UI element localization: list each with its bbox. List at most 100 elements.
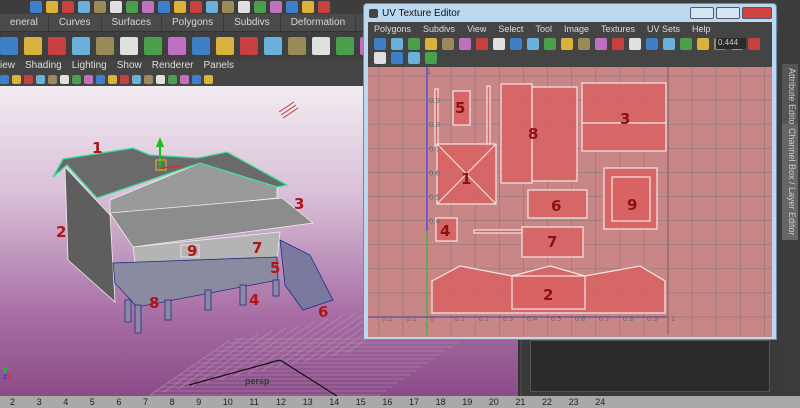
layout-icon[interactable] — [527, 38, 539, 50]
uv-lattice-icon[interactable] — [374, 38, 386, 50]
magnet-2-icon[interactable] — [302, 1, 314, 13]
open-icon[interactable] — [46, 1, 58, 13]
uv-menu-uv-sets[interactable]: UV Sets — [647, 24, 680, 34]
panel-menu-iew[interactable]: iew — [0, 60, 15, 73]
poly-smooth-icon[interactable] — [288, 37, 306, 55]
flip-v-icon[interactable] — [612, 38, 624, 50]
unfold-icon[interactable] — [544, 38, 556, 50]
maximize-button[interactable] — [716, 7, 740, 19]
uv-menu-subdivs[interactable]: Subdivs — [423, 24, 455, 34]
lock-icon[interactable] — [254, 1, 266, 13]
alpha-icon[interactable] — [748, 38, 760, 50]
poly-insert-loop-icon[interactable] — [192, 37, 210, 55]
new-scene-icon[interactable] — [30, 1, 42, 13]
image-plane-icon[interactable] — [48, 75, 57, 84]
magnet-1-icon[interactable] — [286, 1, 298, 13]
panel-menu-panels[interactable]: Panels — [203, 60, 234, 73]
isolate-icon[interactable] — [120, 75, 129, 84]
align-v-icon[interactable] — [476, 38, 488, 50]
bookmark-icon[interactable] — [12, 75, 21, 84]
copy-uv-icon[interactable] — [408, 52, 420, 64]
shelf-tab-curves[interactable]: Curves — [49, 14, 102, 31]
panel-menu-shading[interactable]: Shading — [25, 60, 62, 73]
rotate-cw-icon[interactable] — [629, 38, 641, 50]
poly-append-icon[interactable] — [120, 37, 138, 55]
poly-sculpt-icon[interactable] — [336, 37, 354, 55]
poly-fill-icon[interactable] — [264, 37, 282, 55]
point-snap-icon[interactable] — [206, 1, 218, 13]
magnet-3-icon[interactable] — [318, 1, 330, 13]
camera-icon[interactable] — [0, 75, 9, 84]
shelf-tab-surfaces[interactable]: Surfaces — [102, 14, 162, 31]
panel-menu-show[interactable]: Show — [117, 60, 142, 73]
select-grid-icon[interactable] — [561, 38, 573, 50]
shelf-tab-polygons[interactable]: Polygons — [162, 14, 225, 31]
smooth-icon[interactable] — [96, 75, 105, 84]
save-icon[interactable] — [62, 1, 74, 13]
light-icon[interactable] — [278, 101, 299, 119]
select-component-icon[interactable] — [110, 1, 122, 13]
unpin-icon[interactable] — [442, 38, 454, 50]
shelf-tab-subdivs[interactable]: Subdivs — [224, 14, 281, 31]
snap-icon[interactable] — [680, 38, 692, 50]
checker-icon[interactable] — [391, 52, 403, 64]
poly-extrude-icon[interactable] — [96, 37, 114, 55]
grid-icon[interactable] — [36, 75, 45, 84]
film-icon[interactable] — [24, 75, 33, 84]
flip-u-icon[interactable] — [595, 38, 607, 50]
surface-icon[interactable] — [174, 1, 186, 13]
shelf-tab-eneral[interactable]: eneral — [0, 14, 49, 31]
rotate-ccw-icon[interactable] — [646, 38, 658, 50]
grid-snap-icon[interactable] — [190, 1, 202, 13]
nodes-icon[interactable] — [204, 75, 213, 84]
render-icon[interactable] — [270, 1, 282, 13]
shaded-icon[interactable] — [72, 75, 81, 84]
xray-icon[interactable] — [108, 75, 117, 84]
poly-merge-icon[interactable] — [72, 37, 90, 55]
uv-menu-image[interactable]: Image — [564, 24, 589, 34]
help-icon[interactable] — [238, 1, 250, 13]
uv-move-icon[interactable] — [408, 38, 420, 50]
paste-uv-icon[interactable] — [425, 52, 437, 64]
select-object-icon[interactable] — [94, 1, 106, 13]
uv-menu-help[interactable]: Help — [692, 24, 711, 34]
poly-slide-icon[interactable] — [216, 37, 234, 55]
image-toggle-icon[interactable] — [374, 52, 386, 64]
light-gold-icon[interactable] — [156, 75, 165, 84]
cube-solid-icon[interactable] — [192, 75, 201, 84]
uv-canvas[interactable]: 0.2 0.1 0 0.1 0.2 0.3 0.4 0.5 0.6 0.7 0.8 0.9 1 1 0.9 0… — [368, 67, 772, 337]
move-icon[interactable] — [126, 1, 138, 13]
light-yellow-icon[interactable] — [132, 75, 141, 84]
uv-menu-tool[interactable]: Tool — [535, 24, 552, 34]
time-slider[interactable]: 2 3 4 5 6 7 8 9 10 11 12 13 14 15 16 17 18 19 20 21 22 23 24 — [0, 396, 800, 408]
align-u-icon[interactable] — [459, 38, 471, 50]
grid-display-icon[interactable] — [663, 38, 675, 50]
tab-channel-box-layer-editor[interactable]: Channel Box / Layer Editor — [782, 124, 798, 240]
tab-attribute-editor[interactable]: Attribute Editor — [782, 64, 798, 132]
uv-menu-textures[interactable]: Textures — [601, 24, 635, 34]
wireframe-icon[interactable] — [60, 75, 69, 84]
uv-menu-select[interactable]: Select — [498, 24, 523, 34]
cut-uv-icon[interactable] — [493, 38, 505, 50]
joint-icon[interactable] — [142, 1, 154, 13]
close-button[interactable] — [742, 7, 772, 19]
textured-icon[interactable] — [84, 75, 93, 84]
uv-menu-view[interactable]: View — [467, 24, 486, 34]
poly-bevel-icon[interactable] — [48, 37, 66, 55]
poly-cube-icon[interactable] — [0, 37, 18, 55]
panel-menu-renderer[interactable]: Renderer — [152, 60, 194, 73]
sew-uv-icon[interactable] — [510, 38, 522, 50]
poly-wedge-icon[interactable] — [144, 37, 162, 55]
poly-cut-icon[interactable] — [168, 37, 186, 55]
uv-value-field[interactable]: 0.444 — [716, 38, 746, 49]
poly-average-icon[interactable] — [312, 37, 330, 55]
poly-split-icon[interactable] — [24, 37, 42, 55]
panel-menu-lighting[interactable]: Lighting — [72, 60, 107, 73]
uv-menu-polygons[interactable]: Polygons — [374, 24, 411, 34]
minimize-button[interactable] — [690, 7, 714, 19]
select-hierarchy-icon[interactable] — [78, 1, 90, 13]
house-model[interactable] — [52, 147, 334, 334]
shelf-tab-deformation[interactable]: Deformation — [281, 14, 357, 31]
snapshot-icon[interactable] — [168, 75, 177, 84]
select-shell-icon[interactable] — [578, 38, 590, 50]
